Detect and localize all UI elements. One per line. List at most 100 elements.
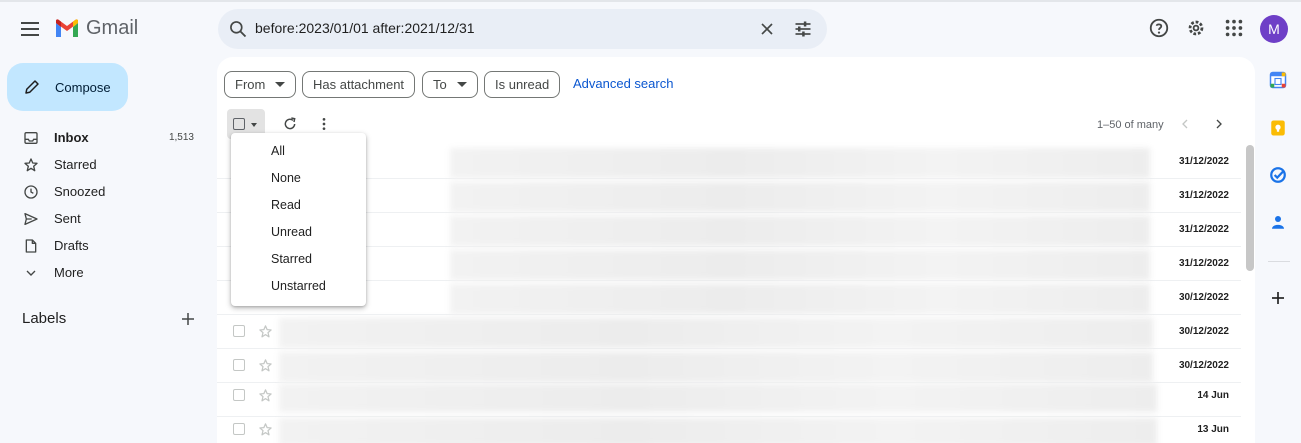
gmail-m-icon	[56, 18, 78, 37]
add-addon-icon[interactable]	[1269, 289, 1287, 307]
redacted-content	[450, 250, 1150, 280]
sidebar-item-label: Starred	[54, 157, 97, 172]
sidebar-item-snoozed[interactable]: Snoozed	[0, 178, 210, 205]
send-icon	[24, 213, 38, 225]
select-menu-item-unstarred[interactable]: Unstarred	[231, 272, 366, 299]
row-checkbox[interactable]	[233, 423, 245, 435]
search-options-icon[interactable]	[793, 19, 813, 39]
redacted-content	[450, 216, 1150, 246]
chevron-down-icon	[26, 270, 36, 276]
email-date: 31/12/2022	[1178, 156, 1229, 167]
clock-icon	[24, 185, 38, 199]
email-date: 13 Jun	[1197, 424, 1229, 435]
sidebar-item-label: Drafts	[54, 238, 89, 253]
dropdown-caret-icon	[275, 82, 286, 87]
redacted-content	[450, 148, 1150, 178]
redacted-content	[450, 284, 1150, 314]
close-icon[interactable]	[757, 19, 777, 39]
refresh-icon[interactable]	[282, 116, 298, 132]
sidebar-item-label: More	[54, 265, 84, 280]
filter-has-attachment-chip[interactable]: Has attachment	[302, 71, 416, 98]
add-label-icon[interactable]	[179, 310, 197, 328]
chevron-left-icon[interactable]	[1177, 116, 1193, 132]
filter-to-chip[interactable]: To	[422, 71, 478, 98]
compose-button[interactable]: Compose	[7, 63, 128, 111]
email-row[interactable]: 31/12/2022	[217, 145, 1241, 179]
email-date: 30/12/2022	[1178, 292, 1229, 303]
search-bar[interactable]: before:2023/01/01 after:2021/12/31	[218, 9, 827, 49]
help-icon[interactable]	[1148, 17, 1170, 39]
sidebar-item-label: Inbox	[54, 130, 89, 145]
select-menu-item-none[interactable]: None	[231, 164, 366, 191]
email-row[interactable]: 31/12/2022	[217, 247, 1241, 281]
select-checkbox[interactable]	[233, 118, 245, 130]
chip-label: Is unread	[495, 77, 550, 92]
select-menu-caret-icon[interactable]	[251, 123, 257, 127]
redacted-content	[279, 318, 1153, 348]
contacts-icon[interactable]	[1269, 213, 1287, 231]
star-icon	[24, 158, 38, 172]
star-icon[interactable]	[258, 358, 273, 373]
top-border	[0, 0, 1301, 2]
more-vert-icon[interactable]	[316, 116, 332, 132]
email-date: 31/12/2022	[1178, 190, 1229, 201]
advanced-search-link[interactable]: Advanced search	[573, 76, 673, 91]
email-date: 30/12/2022	[1178, 360, 1229, 371]
email-row[interactable]: 31/12/2022	[217, 179, 1241, 213]
search-icon[interactable]	[228, 19, 248, 39]
chip-label: From	[235, 77, 266, 92]
email-date: 14 Jun	[1197, 390, 1229, 401]
email-row[interactable]: 30/12/2022	[217, 315, 1241, 349]
chevron-right-icon[interactable]	[1211, 116, 1227, 132]
select-menu-item-all[interactable]: All	[231, 137, 366, 164]
chip-label: To	[433, 77, 447, 92]
unread-count: 1,513	[168, 132, 194, 143]
row-checkbox[interactable]	[233, 359, 245, 371]
select-menu-item-starred[interactable]: Starred	[231, 245, 366, 272]
filter-from-chip[interactable]: From	[224, 71, 297, 98]
scrollbar-thumb[interactable]	[1246, 145, 1254, 271]
sidebar-item-inbox[interactable]: Inbox 1,513	[0, 124, 210, 151]
sidebar-item-starred[interactable]: Starred	[0, 151, 210, 178]
select-menu-item-read[interactable]: Read	[231, 191, 366, 218]
gmail-logo[interactable]: Gmail	[54, 17, 138, 40]
email-date: 30/12/2022	[1178, 326, 1229, 337]
chip-label: Has attachment	[313, 77, 405, 92]
pagination-text: 1–50 of many	[1097, 119, 1164, 131]
draft-icon	[25, 239, 37, 253]
star-icon[interactable]	[258, 388, 273, 403]
tasks-icon[interactable]	[1269, 166, 1287, 184]
inbox-icon	[24, 132, 38, 144]
account-avatar[interactable]: M	[1260, 15, 1288, 43]
dropdown-caret-icon	[456, 82, 467, 87]
row-checkbox[interactable]	[233, 389, 245, 401]
pencil-icon	[25, 80, 39, 94]
redacted-content	[279, 418, 1157, 443]
calendar-icon[interactable]	[1269, 71, 1287, 89]
sidebar-item-drafts[interactable]: Drafts	[0, 232, 210, 259]
email-row[interactable]: 30/12/2022	[217, 349, 1241, 383]
main-menu-button[interactable]	[18, 17, 42, 41]
labels-heading: Labels	[22, 310, 67, 327]
sidebar-item-sent[interactable]: Sent	[0, 205, 210, 232]
email-row[interactable]: 13 Jun	[217, 417, 1241, 443]
email-row[interactable]: 14 Jun	[217, 383, 1241, 417]
apps-grid-icon[interactable]	[1223, 17, 1245, 39]
email-row[interactable]: 30/12/2022	[217, 281, 1241, 315]
star-icon[interactable]	[258, 324, 273, 339]
gear-icon[interactable]	[1185, 17, 1207, 39]
email-date: 31/12/2022	[1178, 258, 1229, 269]
filter-is-unread-chip[interactable]: Is unread	[484, 71, 561, 98]
row-checkbox[interactable]	[233, 325, 245, 337]
select-menu-item-unread[interactable]: Unread	[231, 218, 366, 245]
redacted-content	[279, 384, 1157, 412]
star-icon[interactable]	[258, 422, 273, 437]
sidebar-item-more[interactable]: More	[0, 259, 210, 286]
search-input[interactable]: before:2023/01/01 after:2021/12/31	[255, 20, 475, 36]
mail-list-panel: From Has attachment To Is unread Advance…	[217, 57, 1255, 443]
email-row[interactable]: 31/12/2022	[217, 213, 1241, 247]
compose-label: Compose	[55, 79, 111, 95]
keep-icon[interactable]	[1269, 119, 1287, 137]
sidebar-item-label: Snoozed	[54, 184, 106, 199]
redacted-content	[450, 182, 1150, 212]
